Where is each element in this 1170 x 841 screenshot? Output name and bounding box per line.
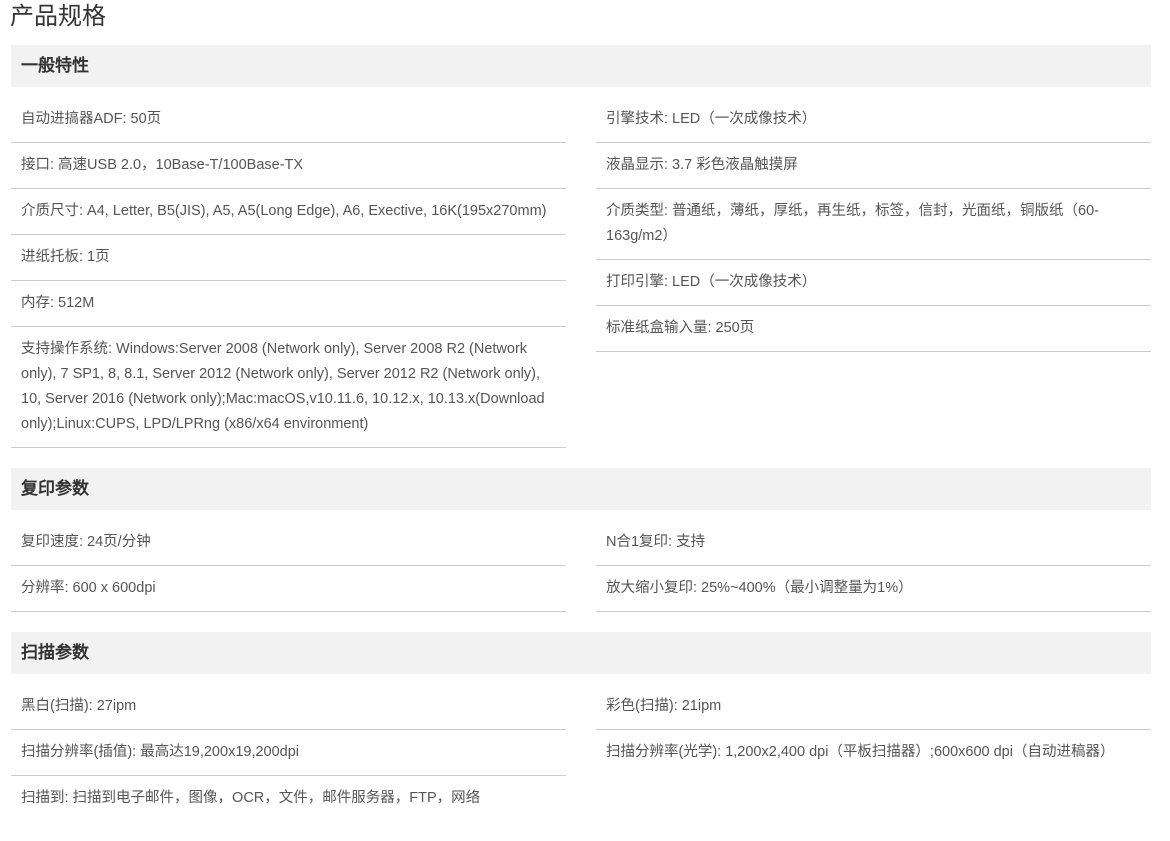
section-header: 复印参数 xyxy=(11,468,1151,510)
spec-row: 放大缩小复印: 25%~400%（最小调整量为1%） xyxy=(596,566,1151,612)
spec-row: 标准纸盒输入量: 250页 xyxy=(596,306,1151,352)
spec-row: 扫描分辨率(插值): 最高达19,200x19,200dpi xyxy=(11,730,566,776)
spec-row: 接口: 高速USB 2.0，10Base-T/100Base-TX xyxy=(11,143,566,189)
spec-row: 打印引擎: LED（一次成像技术） xyxy=(596,260,1151,306)
spec-column-left: 复印速度: 24页/分钟 分辨率: 600 x 600dpi xyxy=(11,520,566,612)
spec-row: 扫描到: 扫描到电子邮件，图像，OCR，文件，邮件服务器，FTP，网络 xyxy=(21,790,481,806)
spec-row: 介质尺寸: A4, Letter, B5(JIS), A5, A5(Long E… xyxy=(11,189,566,235)
spec-row: 自动进搞器ADF: 50页 xyxy=(11,97,566,143)
spec-row: N合1复印: 支持 xyxy=(596,520,1151,566)
spec-row: 彩色(扫描): 21ipm xyxy=(596,684,1151,730)
section-body: 自动进搞器ADF: 50页 接口: 高速USB 2.0，10Base-T/100… xyxy=(11,87,1151,448)
spec-column-left: 自动进搞器ADF: 50页 接口: 高速USB 2.0，10Base-T/100… xyxy=(11,97,566,448)
spec-section-copy: 复印参数 复印速度: 24页/分钟 分辨率: 600 x 600dpi N合1复… xyxy=(11,468,1151,612)
spec-row: 进纸托板: 1页 xyxy=(11,235,566,281)
spec-section-general: 一般特性 自动进搞器ADF: 50页 接口: 高速USB 2.0，10Base-… xyxy=(11,45,1151,448)
spec-row: 液晶显示: 3.7 彩色液晶触摸屏 xyxy=(596,143,1151,189)
section-header: 一般特性 xyxy=(11,45,1151,87)
spec-page: 产品规格 一般特性 自动进搞器ADF: 50页 接口: 高速USB 2.0，10… xyxy=(10,0,1151,841)
page-title: 产品规格 xyxy=(10,3,106,30)
spec-row: 扫描分辨率(光学): 1,200x2,400 dpi（平板扫描器）;600x60… xyxy=(606,744,1115,760)
spec-row: 支持操作系统: Windows:Server 2008 (Network onl… xyxy=(11,327,566,448)
spec-row: 复印速度: 24页/分钟 xyxy=(11,520,566,566)
spec-column-right: 彩色(扫描): 21ipm 扫描分辨率(光学): 1,200x2,400 dpi… xyxy=(596,684,1151,775)
spec-row: 内存: 512M xyxy=(11,281,566,327)
spec-column-left: 黑白(扫描): 27ipm 扫描分辨率(插值): 最高达19,200x19,20… xyxy=(11,684,566,821)
section-body: 复印速度: 24页/分钟 分辨率: 600 x 600dpi N合1复印: 支持… xyxy=(11,510,1151,612)
spec-row: 引擎技术: LED（一次成像技术） xyxy=(596,97,1151,143)
spec-row: 黑白(扫描): 27ipm xyxy=(11,684,566,730)
spec-row: 分辨率: 600 x 600dpi xyxy=(11,566,566,612)
spec-section-scan: 扫描参数 黑白(扫描): 27ipm 扫描分辨率(插值): 最高达19,200x… xyxy=(11,632,1151,821)
section-header: 扫描参数 xyxy=(11,632,1151,674)
spec-row: 介质类型: 普通纸，薄纸，厚纸，再生纸，标签，信封，光面纸，铜版纸（60-163… xyxy=(596,189,1151,260)
spec-column-right: N合1复印: 支持 放大缩小复印: 25%~400%（最小调整量为1%） xyxy=(596,520,1151,612)
section-body: 黑白(扫描): 27ipm 扫描分辨率(插值): 最高达19,200x19,20… xyxy=(11,674,1151,821)
spec-column-right: 引擎技术: LED（一次成像技术） 液晶显示: 3.7 彩色液晶触摸屏 介质类型… xyxy=(596,97,1151,352)
